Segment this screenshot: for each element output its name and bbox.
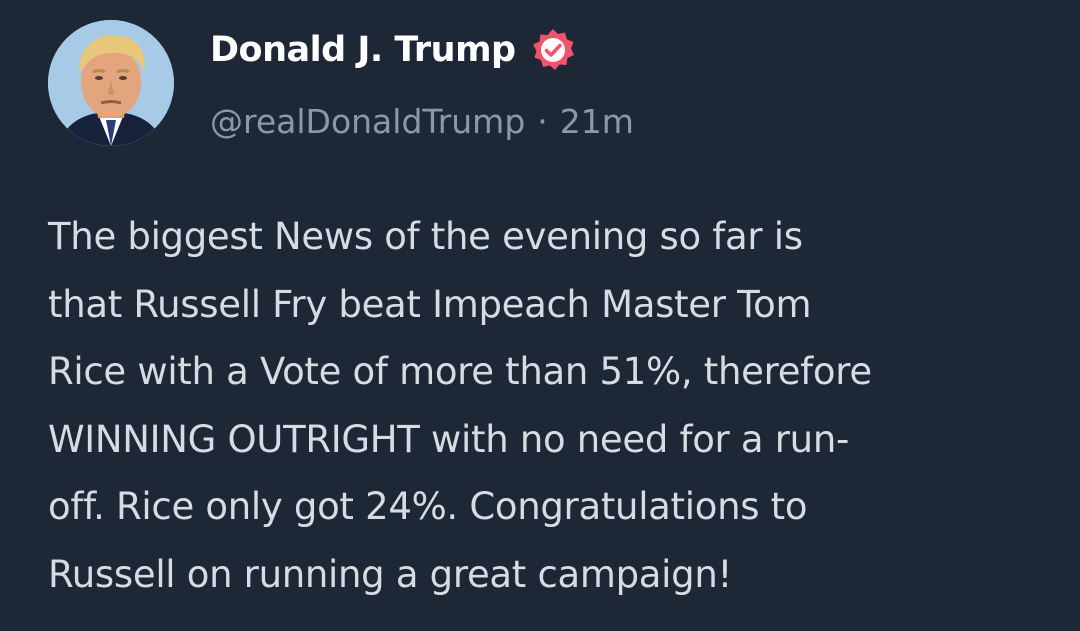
post-body-line: WINNING OUTRIGHT with no need for a run- xyxy=(48,417,850,461)
author-row: Donald J. Trump xyxy=(210,22,576,78)
post-body-line: that Russell Fry beat Impeach Master Tom xyxy=(48,282,812,326)
meta-separator: · xyxy=(537,101,548,141)
avatar[interactable] xyxy=(48,20,174,146)
avatar-image xyxy=(48,20,174,146)
verified-badge-icon xyxy=(530,27,576,73)
post-body-line: The biggest News of the evening so far i… xyxy=(48,215,803,258)
post-meta: @realDonaldTrump · 21m xyxy=(210,96,634,146)
post-body-line: Rice with a Vote of more than 51%, there… xyxy=(48,350,872,393)
post-body-line: off. Rice only got 24%. Congratulations … xyxy=(48,485,808,528)
post-body: The biggest News of the evening so far i… xyxy=(48,203,1048,608)
author-name[interactable]: Donald J. Trump xyxy=(210,30,516,70)
post-body-line: Russell on running a great campaign! xyxy=(48,552,733,596)
post-card: Donald J. Trump @realDonaldTrump · 21m T… xyxy=(0,0,1080,631)
post-timestamp[interactable]: 21m xyxy=(560,102,634,141)
author-handle[interactable]: @realDonaldTrump xyxy=(210,102,525,141)
